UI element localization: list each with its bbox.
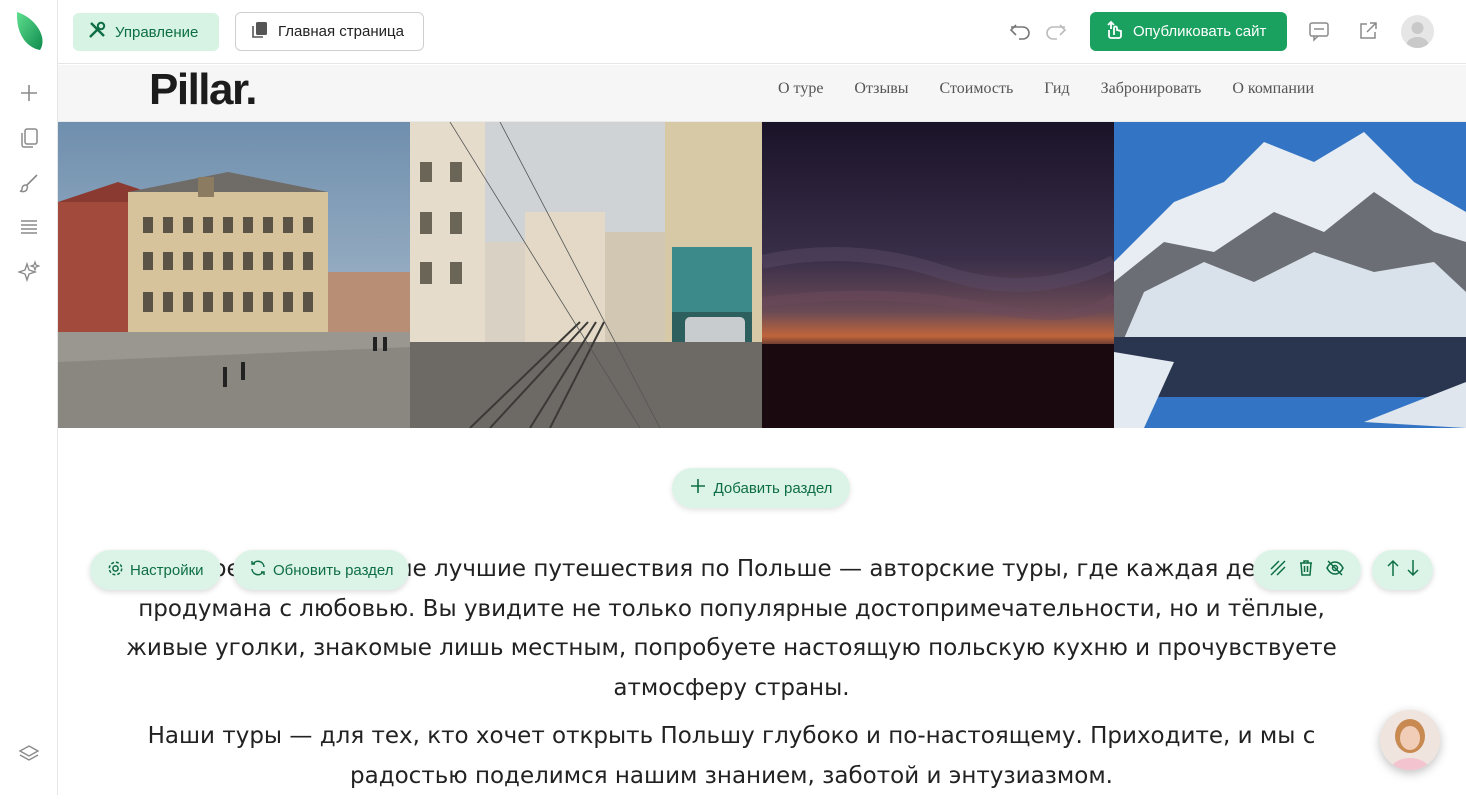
site-nav: О туре Отзывы Стоимость Гид Забронироват… <box>778 65 1314 113</box>
arrow-down-icon[interactable] <box>1406 559 1419 581</box>
section-move-group <box>1372 550 1433 590</box>
refresh-icon <box>249 559 267 581</box>
refresh-section-button[interactable]: Обновить раздел <box>233 550 409 590</box>
page-selector-button[interactable]: Главная страница <box>235 12 424 51</box>
tools-icon <box>87 20 107 44</box>
sparkles-icon[interactable] <box>16 258 42 284</box>
undo-icon[interactable] <box>1007 18 1033 44</box>
list-icon[interactable] <box>16 214 42 240</box>
publish-label: Опубликовать сайт <box>1133 23 1267 40</box>
gear-icon <box>107 560 124 581</box>
user-avatar[interactable] <box>1401 15 1434 48</box>
leaf-logo[interactable] <box>14 10 44 52</box>
nav-item-reviews[interactable]: Отзывы <box>854 80 908 98</box>
gallery-photo-street[interactable] <box>410 122 762 428</box>
plus-icon[interactable] <box>16 80 42 106</box>
redo-icon[interactable] <box>1043 18 1069 44</box>
nav-item-guide[interactable]: Гид <box>1044 80 1069 98</box>
nav-item-booking[interactable]: Забронировать <box>1101 80 1202 98</box>
brush-icon[interactable] <box>16 170 42 196</box>
settings-label: Настройки <box>130 561 204 579</box>
publish-icon <box>1105 20 1125 44</box>
page-icon <box>251 21 269 43</box>
external-link-icon[interactable] <box>1355 18 1381 44</box>
nav-item-price[interactable]: Стоимость <box>940 80 1014 98</box>
arrow-up-icon[interactable] <box>1386 559 1399 581</box>
publish-site-button[interactable]: Опубликовать сайт <box>1090 12 1287 51</box>
trash-icon[interactable] <box>1297 559 1315 581</box>
add-section-button[interactable]: Добавить раздел <box>672 468 850 508</box>
manage-button[interactable]: Управление <box>73 13 219 51</box>
paragraph-outro: Наши туры — для тех, кто хочет открыть П… <box>147 723 1316 789</box>
layers-icon[interactable] <box>16 741 42 767</box>
section-actions-group <box>1253 550 1361 590</box>
comment-icon[interactable] <box>1306 18 1332 44</box>
site-logo[interactable]: Pillar. <box>149 65 257 115</box>
support-chat-avatar[interactable] <box>1380 710 1440 770</box>
gallery-photo-sunset[interactable] <box>762 122 1114 428</box>
background-pattern-icon[interactable] <box>1269 559 1287 581</box>
plus-icon <box>690 478 706 498</box>
left-rail <box>0 0 58 795</box>
nav-item-company[interactable]: О компании <box>1232 80 1314 98</box>
section-settings-button[interactable]: Настройки <box>90 550 221 590</box>
manage-label: Управление <box>115 23 199 41</box>
refresh-label: Обновить раздел <box>273 561 394 579</box>
gallery-photo-palace[interactable] <box>58 122 410 428</box>
pages-icon[interactable] <box>16 125 42 151</box>
eye-off-icon[interactable] <box>1325 559 1345 581</box>
editor-topbar: Управление Главная страница Опубликовать… <box>58 0 1466 64</box>
site-header: Pillar. О туре Отзывы Стоимость Гид Забр… <box>58 65 1466 122</box>
nav-item-tour[interactable]: О туре <box>778 80 823 98</box>
gallery-photo-mountains[interactable] <box>1114 122 1466 428</box>
photo-gallery <box>58 122 1466 428</box>
add-section-label: Добавить раздел <box>713 479 833 497</box>
page-selector-label: Главная страница <box>278 23 404 40</box>
